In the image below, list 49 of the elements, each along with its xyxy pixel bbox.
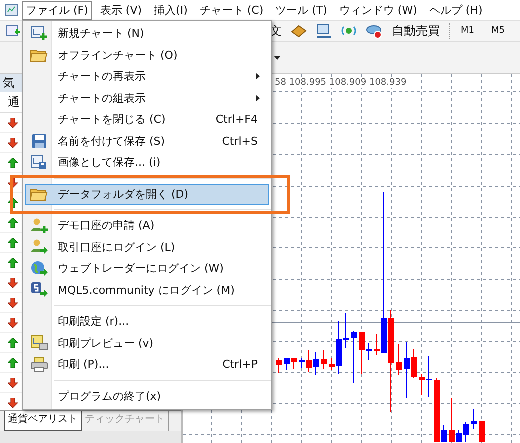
app-icon xyxy=(5,4,18,16)
menu-item[interactable]: データフォルダを開く (D) xyxy=(25,184,269,205)
menu-item[interactable]: 画像として保存... (i) xyxy=(25,152,269,174)
menu-item[interactable]: 名前を付けて保存 (S) Ctrl+S xyxy=(25,130,269,152)
chart-plus-icon xyxy=(31,26,47,42)
menu-bar-item[interactable]: 挿入(I) xyxy=(150,0,192,20)
menu-item[interactable]: 印刷プレビュー (v) xyxy=(25,332,269,354)
user-arrow-icon xyxy=(30,239,48,256)
user-plus-icon xyxy=(30,218,48,234)
new-chart-icon[interactable] xyxy=(6,24,20,38)
image-save-icon xyxy=(31,155,47,170)
price-label: 58 108.995 108.909 108.939 xyxy=(275,78,407,88)
diamond-icon[interactable] xyxy=(291,24,307,38)
menu-bar-item[interactable]: ツール (T) xyxy=(272,0,332,20)
auto-trading-label[interactable]: 自動売買 xyxy=(392,22,440,40)
candlestick xyxy=(396,344,402,376)
menu-item[interactable]: 印刷設定 (r)... xyxy=(25,311,269,332)
down-arrow-icon xyxy=(8,178,18,188)
signal-icon[interactable] xyxy=(341,24,357,38)
candlestick xyxy=(471,408,477,430)
menu-bar-item[interactable]: ファイル (F) xyxy=(22,0,92,20)
folder-icon xyxy=(30,48,48,62)
candlestick xyxy=(321,350,327,370)
menu-bar-item[interactable]: ウィンドウ (W) xyxy=(335,0,422,20)
badge-arrow-icon xyxy=(30,282,48,298)
timeframe-button[interactable]: M5 xyxy=(492,26,505,36)
menu-item[interactable]: MQL5.community にログイン (M) xyxy=(25,280,269,301)
menu-item[interactable]: ウェブトレーダーにログイン (W) xyxy=(25,258,269,280)
dropdown-arrow-icon[interactable] xyxy=(274,56,281,60)
menu-item[interactable]: 新規チャート (N) xyxy=(25,23,269,44)
panel-tab[interactable]: 通貨ペアリスト xyxy=(4,411,82,431)
menu-item[interactable]: オフラインチャート (O) xyxy=(25,44,269,66)
menu-item[interactable]: 印刷 (P)... Ctrl+P xyxy=(25,354,269,376)
printer-icon xyxy=(30,357,48,372)
menu-bar-item[interactable]: チャート (C) xyxy=(196,0,268,20)
globe-arrow-icon xyxy=(30,260,48,277)
folder-icon xyxy=(30,187,48,202)
menu-item[interactable]: プログラムの終了(x) xyxy=(25,386,269,407)
candlestick xyxy=(351,330,357,384)
timeframe-button[interactable]: M1 xyxy=(461,26,474,36)
print-preview-icon xyxy=(30,335,48,352)
menu-bar-item[interactable]: ヘルプ (H) xyxy=(425,0,487,20)
up-arrow-icon xyxy=(8,158,18,168)
menu-bar-item[interactable]: 表示 (V) xyxy=(96,0,146,20)
candlestick xyxy=(479,420,485,442)
monitor-icon[interactable] xyxy=(316,24,332,38)
menu-item[interactable]: デモ口座の申請 (A) xyxy=(25,215,269,236)
menu-item[interactable]: 取引口座にログイン (L) xyxy=(25,236,269,258)
candlestick xyxy=(276,358,282,374)
